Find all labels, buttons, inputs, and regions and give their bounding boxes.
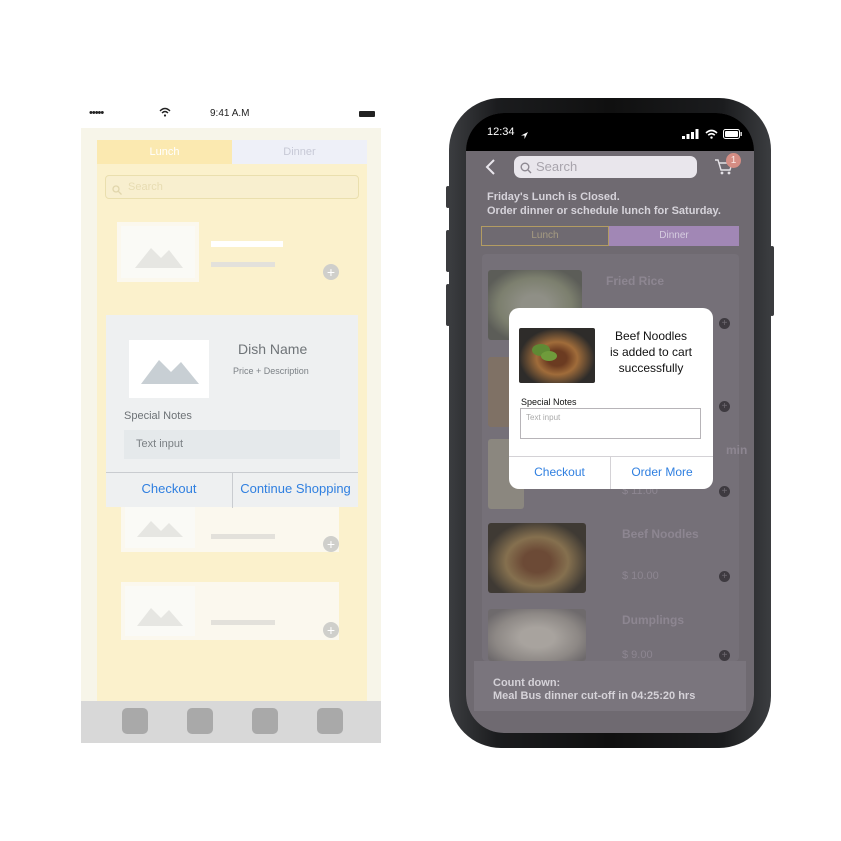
phone-notch [535, 113, 685, 141]
wire-status-bar: ••••• 9:41 A.M [81, 102, 381, 128]
wire-search-input[interactable]: Search [105, 175, 359, 199]
wire-checkout-button[interactable]: Checkout [106, 473, 232, 508]
add-icon[interactable]: + [323, 264, 339, 280]
volume-down-button [446, 284, 450, 326]
wire-notes-input[interactable]: Text input [124, 430, 340, 459]
wire-time: 9:41 A.M [210, 108, 250, 119]
wifi-icon [159, 107, 171, 117]
battery-icon [359, 111, 375, 117]
dialog-special-notes-label: Special Notes [521, 397, 577, 407]
battery-icon [723, 126, 742, 139]
wire-meal-tabs: Lunch Dinner [97, 140, 367, 164]
wire-tab-lunch[interactable]: Lunch [97, 140, 232, 164]
wire-desc-line [211, 262, 275, 267]
tab-icon-3[interactable] [252, 708, 278, 734]
added-to-cart-dialog: Beef Noodles is added to cart successful… [509, 308, 713, 489]
wire-popup-actions: Checkout Continue Shopping [106, 472, 358, 508]
phone-search-input[interactable]: Search [514, 156, 697, 178]
image-placeholder-icon [125, 586, 195, 636]
wire-search-placeholder: Search [128, 181, 163, 193]
add-icon[interactable]: + [719, 486, 730, 497]
add-icon[interactable]: + [719, 650, 730, 661]
wire-dish-card[interactable]: + [121, 507, 339, 552]
food-image [488, 609, 586, 661]
dialog-notes-placeholder: Text input [526, 413, 561, 422]
beef-noodles-image [519, 328, 595, 383]
food-image [488, 523, 586, 593]
phone-tab-dinner[interactable]: Dinner [609, 226, 739, 246]
phone-screen: 12:34 Search 1 Friday's Lunch is Closed.… [466, 113, 754, 733]
wireframe-mockup: ••••• 9:41 A.M Lunch Dinner Search + + +… [81, 102, 381, 743]
menu-item-price: $ 9.00 [622, 649, 653, 661]
closed-notice-line1: Friday's Lunch is Closed. [487, 191, 620, 203]
mute-switch [446, 186, 450, 208]
wire-dish-card[interactable] [117, 222, 199, 282]
wire-price-desc: Price + Description [233, 366, 309, 376]
countdown-text: Meal Bus dinner cut-off in 04:25:20 hrs [493, 690, 696, 702]
add-icon[interactable]: + [719, 571, 730, 582]
dialog-checkout-button[interactable]: Checkout [509, 457, 610, 489]
wifi-icon [705, 126, 718, 139]
closed-notice-line2: Order dinner or schedule lunch for Satur… [487, 205, 721, 217]
tab-icon-1[interactable] [122, 708, 148, 734]
location-arrow-icon [520, 127, 529, 139]
back-arrow-icon[interactable] [484, 158, 496, 176]
volume-up-button [446, 230, 450, 272]
phone-time: 12:34 [487, 126, 515, 138]
power-button [770, 246, 774, 316]
dialog-message-line1: Beef Noodles [614, 329, 688, 343]
add-icon[interactable]: + [323, 622, 339, 638]
wire-special-notes-label: Special Notes [124, 410, 192, 422]
image-placeholder-icon [129, 340, 209, 398]
cart-badge: 1 [726, 153, 741, 168]
wire-notes-placeholder: Text input [136, 438, 184, 450]
tab-icon-2[interactable] [187, 708, 213, 734]
countdown-label: Count down: [493, 677, 561, 689]
wire-desc-line [211, 534, 275, 539]
wire-title-line [211, 241, 283, 247]
tab-icon-4[interactable] [317, 708, 343, 734]
menu-item[interactable]: Beef Noodles $ 10.00 + [482, 523, 738, 601]
menu-item-name: Beef Noodles [622, 527, 699, 541]
menu-item-name: min [726, 443, 748, 457]
dialog-message-line2: is added to cart [609, 345, 693, 359]
dialog-message-line3: successfully [618, 361, 684, 375]
add-icon[interactable]: + [719, 318, 730, 329]
dialog-notes-input[interactable]: Text input [520, 408, 701, 439]
dialog-message: Beef Noodles is added to cart successful… [597, 328, 705, 376]
wire-add-popup: Dish Name Price + Description Special No… [106, 315, 358, 508]
wire-desc-line [211, 620, 275, 625]
app-overlay-screen: 12:34 Search 1 Friday's Lunch is Closed.… [466, 113, 754, 733]
wire-tab-dinner[interactable]: Dinner [232, 140, 367, 164]
wire-continue-button[interactable]: Continue Shopping [233, 473, 358, 508]
menu-item-name: Dumplings [622, 613, 684, 627]
add-icon[interactable]: + [323, 536, 339, 552]
signal-icon: ••••• [89, 107, 104, 119]
search-icon [520, 161, 532, 174]
menu-item-price: $ 10.00 [622, 570, 659, 582]
dialog-order-more-button[interactable]: Order More [611, 457, 713, 489]
phone-tab-lunch[interactable]: Lunch [481, 226, 609, 246]
image-placeholder-icon [125, 507, 195, 548]
countdown-bar: Count down: Meal Bus dinner cut-off in 0… [474, 661, 746, 711]
wire-dish-name: Dish Name [238, 341, 308, 357]
wire-dish-card[interactable]: + [121, 582, 339, 640]
image-placeholder-icon [121, 226, 195, 278]
search-icon [112, 181, 122, 195]
add-icon[interactable]: + [719, 401, 730, 412]
cellular-icon [682, 126, 700, 139]
menu-item-name: Fried Rice [606, 274, 665, 288]
phone-search-placeholder: Search [536, 159, 578, 174]
